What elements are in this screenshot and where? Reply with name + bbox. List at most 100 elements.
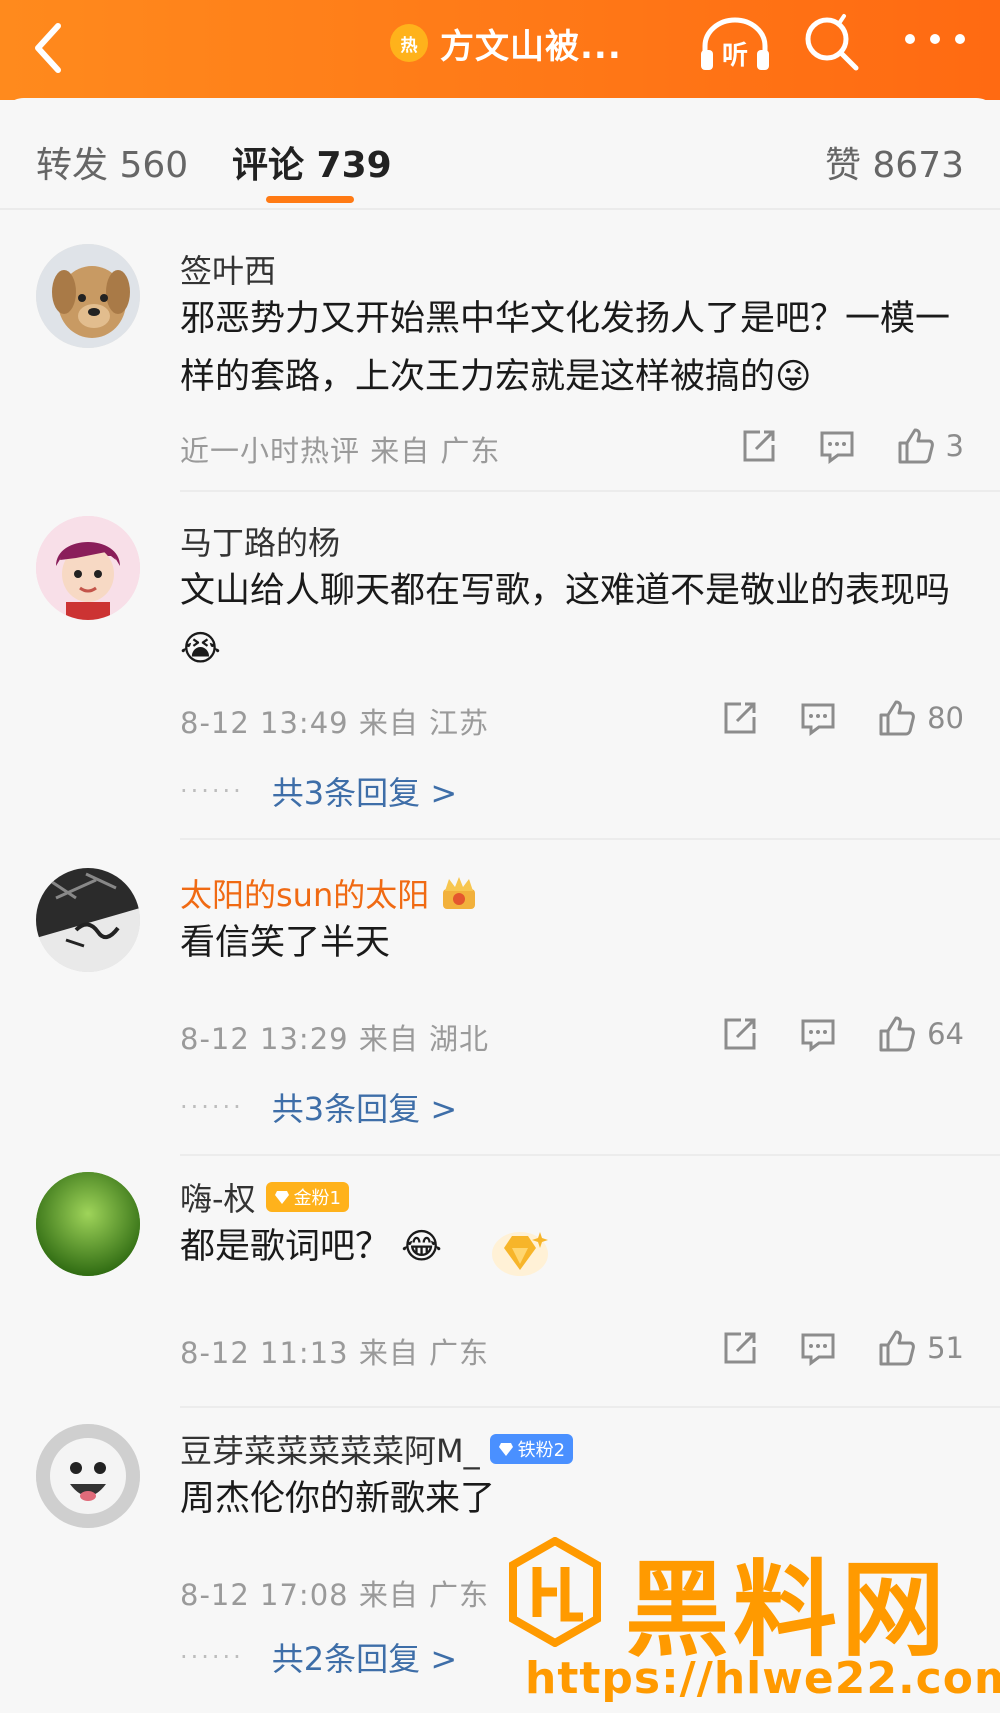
share-icon [743, 430, 775, 462]
avatar[interactable] [36, 1172, 140, 1276]
search-icon[interactable] [800, 12, 862, 74]
tab-bar: 转发 560 评论 739 赞 8673 [0, 98, 1000, 210]
comment-text: 看信笑了半天 [180, 923, 391, 963]
avatar-grass-image [36, 1172, 140, 1276]
like-count: 51 [927, 1331, 964, 1365]
reply-button[interactable] [799, 1015, 837, 1053]
divider [180, 1406, 1000, 1408]
gem-icon [274, 1191, 289, 1204]
top-bar: 热 方文山被... 听 [0, 0, 1000, 100]
share-icon [724, 1332, 756, 1364]
like-count: 3 [945, 429, 964, 463]
emoji-icon: 😂 [401, 1227, 443, 1267]
avatar-face-image [36, 1424, 140, 1528]
tab-repost[interactable]: 转发 560 [36, 136, 188, 188]
comment-username[interactable]: 太阳的sun的太阳 [180, 870, 479, 916]
reply-count: 共3条回复 > [271, 1090, 458, 1128]
emoji-icon: 😭 [180, 629, 221, 669]
username-text: 豆芽菜菜菜菜菜阿M_ [180, 1432, 480, 1470]
watermark-logo-icon [509, 1537, 601, 1647]
comment-icon [820, 431, 854, 464]
reply-button[interactable] [799, 699, 837, 737]
avatar-calligraphy-image [36, 868, 140, 972]
thumbs-up-icon [898, 428, 934, 464]
fan-badge-label: 铁粉2 [517, 1440, 566, 1461]
share-button[interactable] [721, 1329, 759, 1367]
like-count: 80 [927, 701, 964, 735]
comment-meta: 8-12 11:13 来自 广东 [180, 1336, 490, 1370]
listen-label: 听 [722, 41, 748, 71]
avatar[interactable] [36, 868, 140, 972]
comment-body: 都是歌词吧？ [180, 1227, 391, 1267]
comment-actions: 64 [721, 1014, 964, 1054]
title-area: 热 方文山被... [390, 18, 622, 68]
divider [180, 490, 1000, 492]
comment-icon [801, 703, 835, 736]
comment-text: 都是歌词吧？ 😂 [180, 1218, 960, 1276]
like-button[interactable]: 51 [877, 1328, 964, 1368]
like-button[interactable]: 80 [877, 698, 964, 738]
reply-button[interactable] [799, 1329, 837, 1367]
reply-dots: ······ [180, 1093, 244, 1121]
more-icon[interactable] [900, 24, 970, 54]
thumbs-up-icon [879, 1016, 915, 1052]
watermark-url: https://hlwe22.com [525, 1653, 1000, 1704]
emoji-icon: 😜 [775, 357, 812, 397]
thumbs-up-icon [879, 700, 915, 736]
reply-button[interactable] [818, 427, 856, 465]
reply-dots: ······ [180, 1643, 244, 1671]
reply-count: 共3条回复 > [271, 774, 458, 812]
avatar-dog-image [36, 244, 140, 348]
username-text: 嗨-权 [180, 1180, 256, 1218]
share-button[interactable] [721, 699, 759, 737]
comment-text: 周杰伦你的新歌来了 [180, 1479, 496, 1519]
avatar-cartoon-image [36, 516, 140, 620]
fan-badge: 金粉1 [265, 1182, 350, 1212]
comment-text: 文山给人聊天都在写歌，这难道不是敬业的表现吗 😭 [180, 562, 960, 678]
like-count: 64 [927, 1017, 964, 1051]
comment-actions: 80 [721, 698, 964, 738]
comment-username[interactable]: 嗨-权 金粉1 [180, 1174, 350, 1220]
comment-icon [801, 1333, 835, 1366]
comment-text: 邪恶势力又开始黑中华文化发扬人了是吧？一模一样的套路，上次王力宏就是这样被搞的😜 [180, 290, 960, 406]
reply-count: 共2条回复 > [271, 1640, 458, 1678]
divider [180, 1154, 1000, 1156]
comment-username[interactable]: 豆芽菜菜菜菜菜阿M_ 铁粉2 [180, 1426, 574, 1472]
share-button[interactable] [721, 1015, 759, 1053]
share-button[interactable] [740, 427, 778, 465]
comment-body: 文山给人聊天都在写歌，这难道不是敬业的表现吗 [180, 571, 951, 611]
fan-badge-label: 金粉1 [293, 1188, 342, 1209]
comment-icon [801, 1019, 835, 1052]
comment-username[interactable]: 马丁路的杨 [180, 518, 340, 564]
like-button[interactable]: 64 [877, 1014, 964, 1054]
tab-comments[interactable]: 评论 739 [232, 136, 392, 188]
comment-meta: 8-12 13:49 来自 江苏 [180, 706, 490, 740]
comment-actions: 3 [740, 426, 964, 466]
like-button[interactable]: 3 [896, 426, 964, 466]
comment-meta: 8-12 17:08 来自 广东 [180, 1578, 490, 1612]
gold-gem-sticker-icon [492, 1232, 548, 1276]
share-icon [724, 702, 756, 734]
view-replies-link[interactable]: ······ 共2条回复 > [180, 1634, 457, 1680]
view-replies-link[interactable]: ······ 共3条回复 > [180, 768, 457, 814]
view-replies-link[interactable]: ······ 共3条回复 > [180, 1084, 457, 1130]
page-title: 方文山被... [440, 26, 622, 67]
comment-username[interactable]: 签叶西 [180, 246, 276, 292]
comment-body: 邪恶势力又开始黑中华文化发扬人了是吧？一模一样的套路，上次王力宏就是这样被搞的 [180, 299, 951, 397]
avatar[interactable] [36, 244, 140, 348]
diamond-icon [498, 1443, 513, 1456]
chevron-left-icon[interactable] [28, 18, 68, 78]
tab-likes[interactable]: 赞 8673 [825, 136, 964, 188]
crown-icon [443, 877, 476, 909]
avatar[interactable] [36, 516, 140, 620]
thumbs-up-icon [879, 1330, 915, 1366]
headphones-icon[interactable]: 听 [695, 14, 775, 74]
avatar[interactable] [36, 1424, 140, 1528]
comment-meta: 8-12 13:29 来自 湖北 [180, 1022, 490, 1056]
hot-badge: 热 [390, 24, 428, 62]
share-icon [724, 1018, 756, 1050]
comment-actions: 51 [721, 1328, 964, 1368]
username-text: 太阳的sun的太阳 [180, 876, 430, 914]
reply-dots: ······ [180, 777, 244, 805]
divider [180, 838, 1000, 840]
